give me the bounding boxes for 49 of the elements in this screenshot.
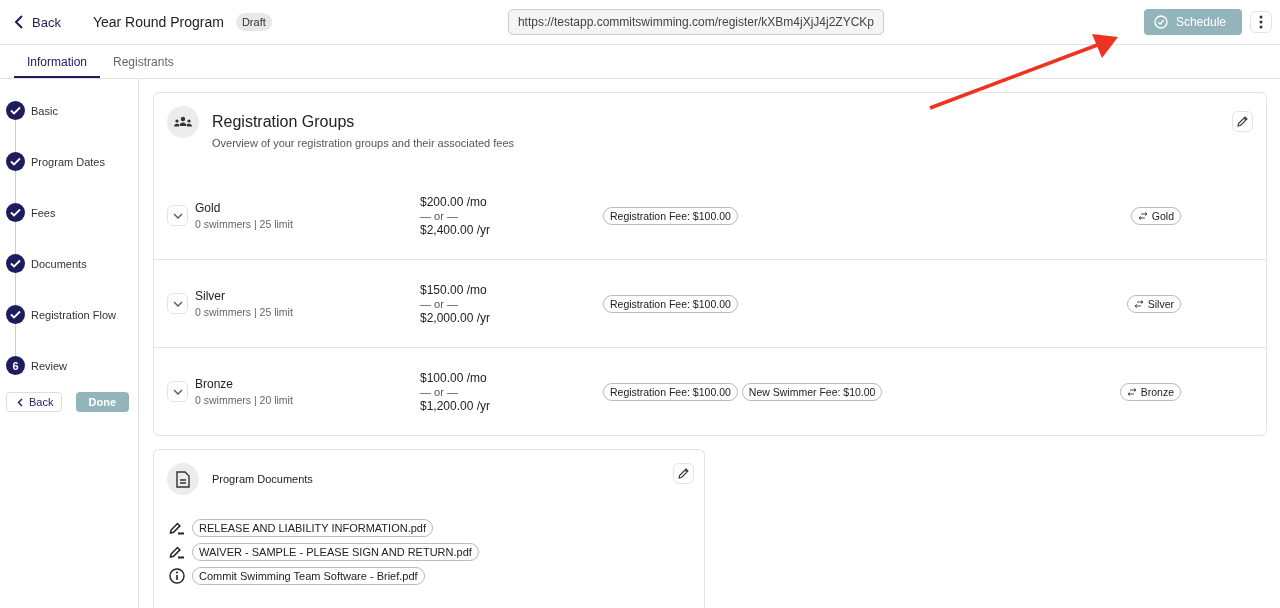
card-title: Registration Groups bbox=[212, 113, 356, 131]
more-options-button[interactable] bbox=[1250, 11, 1272, 33]
group-detail: 0 swimmers | 20 limit bbox=[195, 394, 293, 406]
tab[interactable]: Information bbox=[14, 45, 101, 78]
group-icon bbox=[167, 106, 199, 138]
check-circle-icon bbox=[1153, 15, 1168, 29]
document-icon bbox=[167, 463, 199, 495]
card-subtitle: Overview of your registration groups and their associated fees bbox=[212, 137, 516, 149]
yearly-price: $2,400.00 /yr bbox=[420, 222, 492, 237]
yearly-price: $1,200.00 /yr bbox=[420, 398, 492, 413]
price-separator: — or — bbox=[420, 297, 459, 310]
more-icon bbox=[1259, 15, 1263, 29]
price-separator: — or — bbox=[420, 209, 459, 222]
step-label[interactable]: Basic bbox=[31, 104, 58, 117]
tab[interactable]: Registrants bbox=[100, 45, 187, 78]
chevron-left-icon bbox=[17, 397, 23, 407]
step-number: 6 bbox=[6, 356, 25, 375]
swap-arrows-icon bbox=[1137, 211, 1148, 220]
group-name: Silver bbox=[195, 289, 226, 303]
step-label[interactable]: Review bbox=[31, 359, 68, 372]
chevron-down-icon bbox=[172, 388, 183, 395]
pencil-icon bbox=[677, 466, 690, 480]
group-detail: 0 swimmers | 25 limit bbox=[195, 306, 293, 318]
price-separator: — or — bbox=[420, 385, 459, 398]
back-link[interactable]: Back bbox=[14, 14, 61, 30]
back-button[interactable]: Back bbox=[6, 392, 63, 412]
step-label[interactable]: Registration Flow bbox=[31, 308, 116, 321]
url-field[interactable]: https://testapp.commitswimming.com/register/kXBm4jXjJ4j2ZYCKp bbox=[507, 9, 885, 35]
card-title: Program Documents bbox=[212, 473, 314, 485]
step-label[interactable]: Fees bbox=[31, 206, 56, 219]
edit-button[interactable] bbox=[673, 462, 694, 484]
chevron-down-icon bbox=[172, 300, 183, 307]
yearly-price: $2,000.00 /yr bbox=[420, 310, 492, 325]
page-title: Year Round Program bbox=[92, 14, 224, 30]
status-badge: Draft bbox=[235, 13, 272, 31]
chevron-left-icon bbox=[14, 15, 24, 29]
group-name: Gold bbox=[195, 201, 222, 215]
swap-arrows-icon bbox=[1133, 299, 1144, 308]
step-label[interactable]: Documents bbox=[31, 257, 87, 270]
group-detail: 0 swimmers | 25 limit bbox=[195, 218, 293, 230]
step-label[interactable]: Program Dates bbox=[31, 155, 105, 168]
monthly-price: $150.00 /mo bbox=[420, 282, 488, 297]
monthly-price: $100.00 /mo bbox=[420, 370, 488, 385]
edit-button[interactable] bbox=[1232, 111, 1253, 132]
chevron-down-icon bbox=[172, 212, 183, 219]
monthly-price: $200.00 /mo bbox=[420, 194, 488, 209]
pencil-icon bbox=[1236, 115, 1249, 128]
group-name: Bronze bbox=[195, 377, 235, 391]
swap-arrows-icon bbox=[1126, 387, 1137, 396]
